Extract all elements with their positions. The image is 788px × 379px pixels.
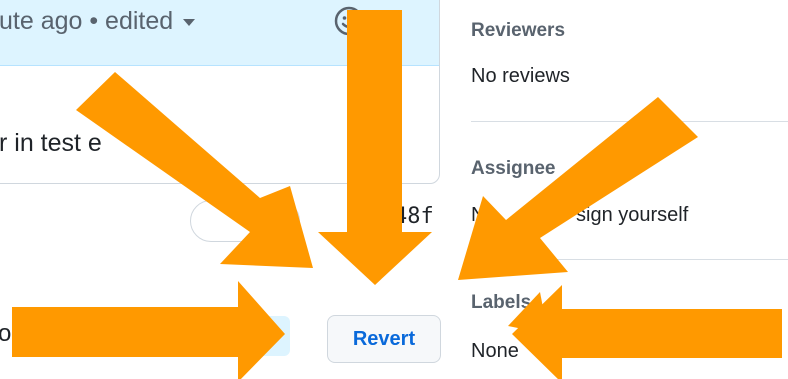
chevron-down-icon[interactable] (183, 18, 196, 26)
reviewers-value: No reviews (471, 65, 570, 87)
commit-sha[interactable]: 48f (394, 204, 434, 229)
comment-card: ute ago • edited r in test e (0, 0, 440, 184)
blue-chip[interactable] (250, 316, 290, 356)
comment-header: ute ago • edited (0, 0, 439, 66)
revert-button[interactable]: Revert (327, 315, 441, 363)
arrow-icon (512, 285, 782, 379)
comment-meta-text: ute ago • edited (0, 7, 174, 35)
partial-text: o (0, 320, 12, 347)
assignees-heading[interactable]: Assignee (471, 158, 555, 180)
arrow-icon (458, 97, 698, 280)
labels-value: None (471, 340, 519, 362)
comment-meta[interactable]: ute ago • edited (0, 7, 196, 36)
reviewers-heading[interactable]: Reviewers (471, 20, 565, 42)
sidebar-divider (471, 121, 788, 122)
smiley-icon[interactable] (333, 5, 365, 37)
sidebar-divider (471, 259, 788, 260)
assignees-value-prefix: No (471, 204, 497, 226)
commit-pill[interactable] (190, 200, 300, 242)
arrow-icon (12, 281, 285, 379)
assign-yourself-link[interactable]: sign yourself (576, 204, 688, 227)
labels-heading[interactable]: Labels (471, 292, 531, 314)
comment-body: r in test e (0, 129, 102, 157)
